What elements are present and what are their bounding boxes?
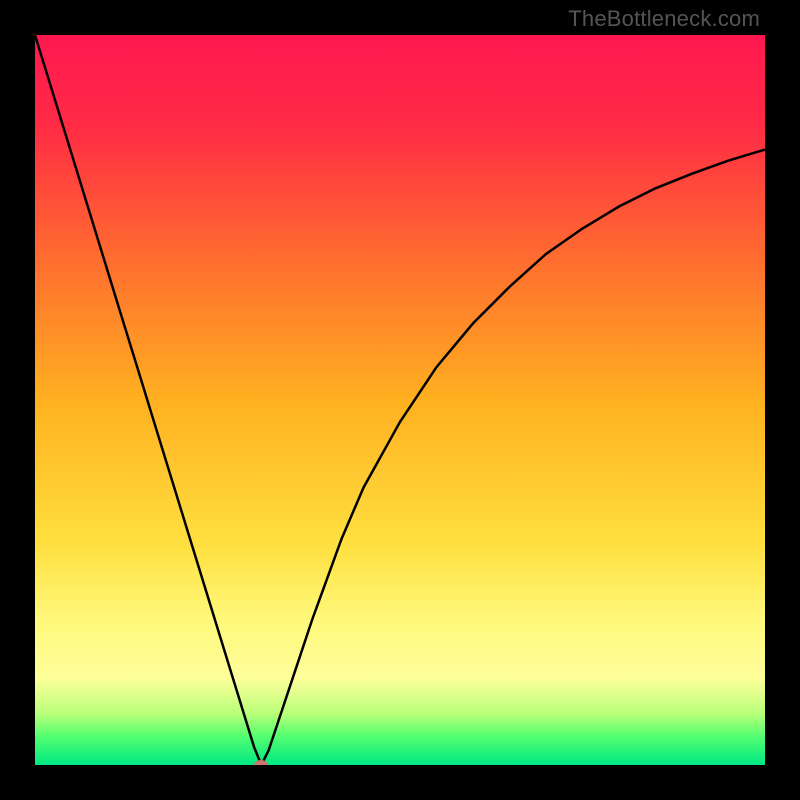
optimum-point-marker — [254, 760, 268, 765]
chart-frame — [35, 35, 765, 765]
bottleneck-curve — [35, 35, 765, 765]
watermark-text: TheBottleneck.com — [568, 6, 760, 32]
